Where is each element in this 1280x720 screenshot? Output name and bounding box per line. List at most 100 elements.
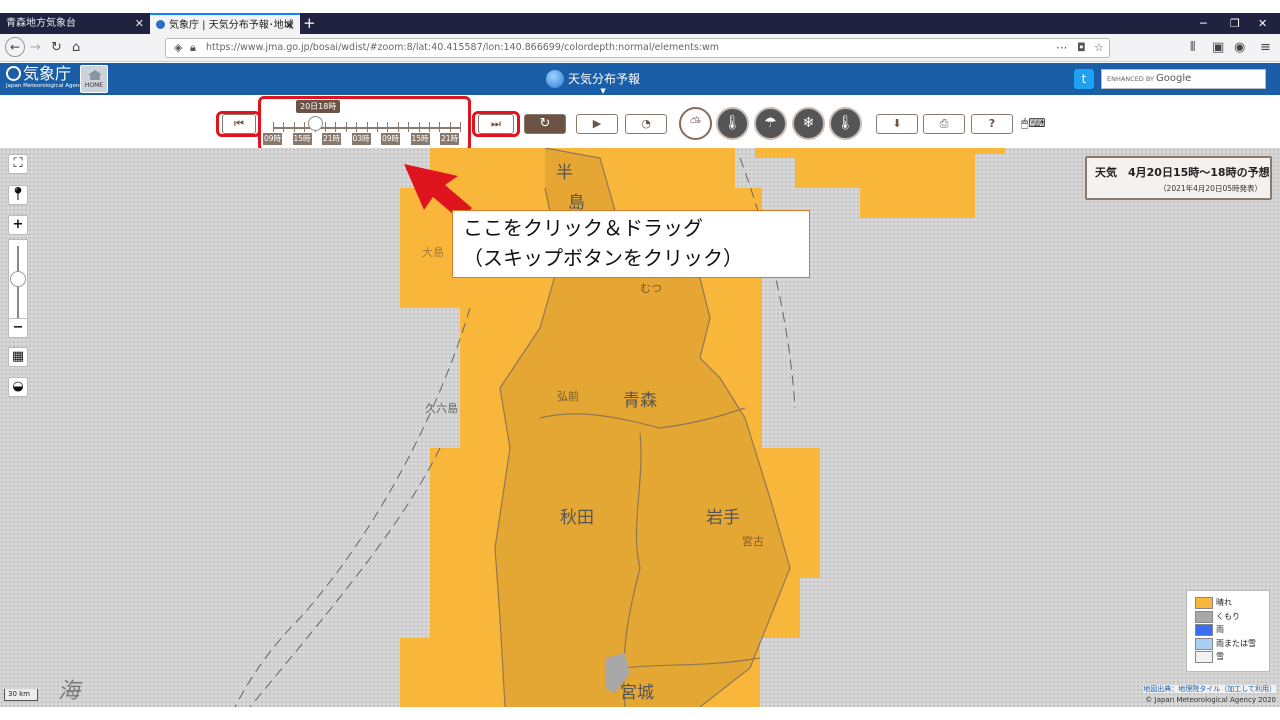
browser-nav-bar: ← → ↻ ⌂ ◈ 🔒︎ https://www.jma.go.jp/bosai…	[0, 34, 1280, 62]
close-icon[interactable]: ✕	[285, 15, 294, 36]
search-brand: Google	[1156, 73, 1192, 84]
menu-icon[interactable]: ≡	[1260, 40, 1271, 56]
jma-logo[interactable]: 気象庁 Japan Meteorological Agency	[6, 66, 86, 90]
temperature-warning-element-icon[interactable]: 🌡︎	[829, 107, 862, 140]
address-bar[interactable]: ◈ 🔒︎ https://www.jma.go.jp/bosai/wdist/#…	[165, 38, 1110, 58]
map-layer-icon[interactable]: ▦	[8, 347, 28, 367]
chevron-down-icon: ▼	[600, 87, 606, 95]
twitter-icon[interactable]: t	[1074, 69, 1094, 89]
mouse-keyboard-icon[interactable]: 🖱︎⌨︎	[1021, 116, 1046, 131]
place-label: 秋田	[560, 508, 594, 528]
reload-icon[interactable]: ↻	[51, 40, 62, 56]
new-tab-button[interactable]: +	[303, 13, 316, 34]
precipitation-element-icon[interactable]: ☂	[754, 107, 787, 140]
legend-item: 雨	[1195, 624, 1269, 638]
weather-legend: 晴れくもり雨雨または雪雪	[1186, 590, 1270, 672]
slider-tick	[377, 122, 378, 132]
place-label: 岩手	[706, 508, 740, 528]
home-label: HOME	[84, 82, 104, 89]
color-depth-icon[interactable]: ◒	[8, 377, 28, 397]
home-icon[interactable]: ⌂	[72, 40, 80, 56]
legend-label: 晴れ	[1216, 598, 1232, 607]
legend-label: 雨	[1216, 625, 1224, 634]
zoom-knob[interactable]	[10, 271, 26, 287]
skip-back-button[interactable]: ⏮	[222, 114, 256, 134]
library-icon[interactable]: ⫴	[1190, 40, 1195, 56]
latest-button[interactable]: ↻	[524, 114, 566, 134]
slider-thumb[interactable]	[307, 116, 323, 131]
help-icon[interactable]: ?	[971, 114, 1013, 134]
slider-tick	[273, 122, 274, 132]
slider-tick	[397, 122, 399, 132]
temperature-element-icon[interactable]: 🌡︎	[716, 107, 749, 140]
slider-tick	[408, 122, 410, 132]
forecast-issued: （2021年4月20日05時発表）	[1159, 184, 1262, 193]
search-brand-prefix: ENHANCED BY	[1107, 75, 1154, 83]
slider-tick-label: 15時	[292, 133, 312, 145]
slider-tick	[366, 122, 368, 132]
snow-element-icon[interactable]: ❄	[792, 107, 825, 140]
restore-icon[interactable]: ❐	[1230, 13, 1240, 34]
browser-tab-2[interactable]: 気象庁 | 天気分布予報･地域時 ✕	[150, 13, 300, 52]
skip-forward-button[interactable]: ⏭	[478, 114, 514, 134]
place-label: 久六島	[425, 402, 458, 415]
zoom-slider[interactable]	[8, 239, 28, 327]
forward-icon[interactable]: →	[30, 40, 41, 56]
map-attribution: 地図出典：地理院タイル（加工して利用） © Japan Meteorologic…	[1133, 684, 1276, 706]
attribution-link[interactable]: 地図出典：地理院タイル（加工して利用）	[1143, 685, 1276, 693]
app-title[interactable]: 天気分布予報 ▼	[546, 69, 640, 95]
close-window-icon[interactable]: ✕	[1258, 13, 1267, 34]
slider-tick	[439, 122, 441, 132]
legend-swatch	[1195, 597, 1213, 609]
place-label: 大島	[422, 246, 444, 259]
legend-label: 雪	[1216, 652, 1224, 661]
slider-tick-label: 21時	[322, 133, 342, 145]
back-icon[interactable]: ←	[5, 37, 25, 57]
zoom-in-button[interactable]: +	[8, 215, 28, 235]
location-pin-icon[interactable]: 📍︎	[8, 185, 28, 205]
legend-item: 雨または雪	[1195, 637, 1269, 652]
time-slider[interactable]: 09時 15時 21時 03時 09時 15時 21時	[263, 116, 463, 150]
slider-tick	[293, 122, 295, 132]
weather-element-icon[interactable]: ⛅︎	[679, 107, 712, 140]
zoom-out-button[interactable]: −	[8, 318, 28, 338]
tab-title: 青森地方気象台	[6, 18, 76, 29]
slider-tick	[429, 122, 430, 132]
slider-tick-label: 21時	[440, 133, 460, 145]
callout-line-2: （スキップボタンをクリック）	[463, 246, 743, 270]
url-path: /bosai/wdist/#zoom:8/lat:40.415587/lon:1…	[309, 42, 720, 53]
lock-icon: 🔒︎	[190, 41, 196, 54]
slider-tick	[449, 122, 451, 132]
logo-text: 気象庁	[23, 64, 72, 83]
sidebar-icon[interactable]: ▣	[1212, 40, 1224, 56]
home-button[interactable]: HOME	[80, 65, 108, 93]
account-icon[interactable]: ◉	[1234, 40, 1245, 56]
legend-swatch	[1195, 624, 1213, 636]
bookmark-star-icon[interactable]: ☆	[1094, 39, 1104, 57]
time-tooltip: 20日18時	[296, 100, 341, 113]
legend-item: 雪	[1195, 651, 1269, 665]
browser-tab-1[interactable]: 青森地方気象台 ✕	[0, 13, 150, 34]
search-input[interactable]: ENHANCED BY Google	[1101, 69, 1266, 89]
slider-tick	[356, 122, 358, 132]
slider-tick-label: 09時	[263, 133, 283, 145]
play-button[interactable]: ▶	[576, 114, 618, 134]
print-icon[interactable]: ⎙	[923, 114, 965, 134]
shield-icon: ◈	[174, 41, 183, 54]
forecast-info-box: 天気 4月20日15時～18時の予想 （2021年4月20日05時発表）	[1085, 156, 1272, 200]
pocket-icon[interactable]: ◘	[1077, 39, 1086, 57]
minimize-icon[interactable]: ─	[1200, 13, 1207, 34]
download-icon[interactable]: ⬇	[876, 114, 918, 134]
instruction-callout: ここをクリック＆ドラッグ （スキップボタンをクリック）	[452, 210, 810, 278]
speed-icon[interactable]: ◔	[625, 114, 667, 134]
logo-subtext: Japan Meteorological Agency	[6, 83, 86, 89]
copyright-text: © Japan Meteorological Agency 2020	[1145, 696, 1276, 704]
fullscreen-icon[interactable]: ⛶	[8, 154, 28, 174]
close-icon[interactable]: ✕	[135, 13, 144, 34]
slider-tick	[418, 122, 420, 132]
slider-tick-label: 03時	[351, 133, 371, 145]
more-icon[interactable]: ···	[1056, 39, 1067, 57]
slider-tick	[345, 122, 347, 132]
legend-label: くもり	[1216, 611, 1240, 621]
forecast-title: 天気 4月20日15時～18時の予想	[1095, 166, 1270, 179]
